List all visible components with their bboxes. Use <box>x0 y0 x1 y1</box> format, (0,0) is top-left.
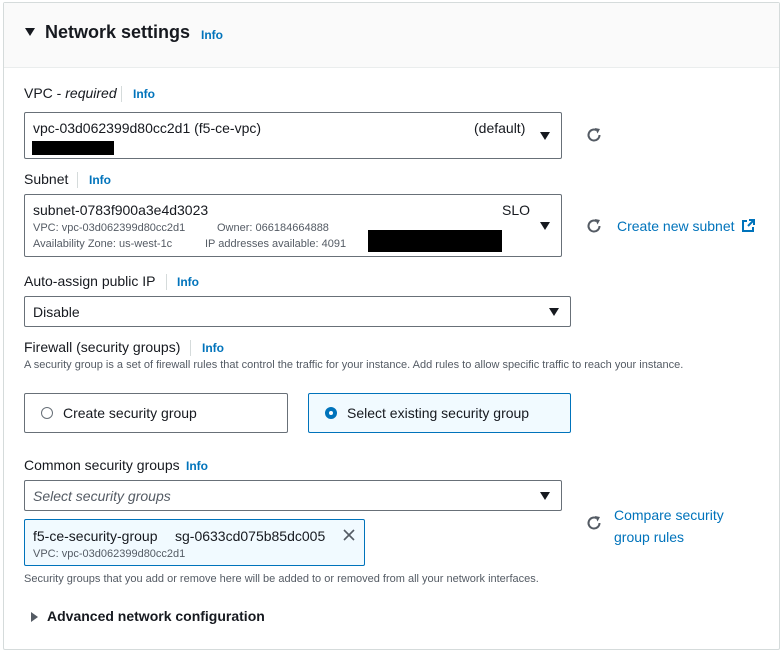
select-existing-security-group-option[interactable]: Select existing security group <box>308 393 571 433</box>
public-ip-select[interactable]: Disable <box>24 296 571 327</box>
select-existing-security-group-label: Select existing security group <box>347 405 530 421</box>
firewall-description: A security group is a set of firewall ru… <box>24 359 684 371</box>
common-sg-info-link[interactable]: Info <box>186 459 208 473</box>
vpc-label: VPC - required <box>24 85 117 101</box>
subnet-label: Subnet <box>24 171 69 187</box>
vpc-default-tag: (default) <box>474 120 526 136</box>
public-ip-value: Disable <box>33 304 80 320</box>
vpc-info-link[interactable]: Info <box>133 87 155 101</box>
subnet-owner: Owner: 066184664888 <box>217 222 329 234</box>
separator <box>190 340 191 356</box>
separator <box>77 172 78 188</box>
vpc-value: vpc-03d062399d80cc2d1 (f5-ce-vpc) <box>33 120 262 136</box>
redacted-block <box>368 230 502 252</box>
create-security-group-label: Create security group <box>63 405 197 421</box>
public-ip-label: Auto-assign public IP <box>24 273 156 289</box>
token-name: f5-ce-security-group <box>33 528 158 544</box>
external-link-icon <box>742 219 756 232</box>
security-group-token: f5-ce-security-group sg-0633cd075b85dc00… <box>24 519 365 566</box>
separator <box>121 86 122 102</box>
separator <box>166 274 167 290</box>
subnet-az: Availability Zone: us-west-1c <box>33 238 173 250</box>
firewall-label: Firewall (security groups) <box>24 339 181 355</box>
vpc-select[interactable]: vpc-03d062399d80cc2d1 (f5-ce-vpc) (defau… <box>24 112 562 159</box>
compare-link-line: group rules <box>614 529 685 545</box>
subnet-select[interactable]: subnet-0783f900a3e4d3023 SLO VPC: vpc-03… <box>24 194 562 257</box>
radio-button[interactable] <box>41 407 53 419</box>
create-subnet-link[interactable]: Create new subnet <box>617 218 756 234</box>
common-sg-label: Common security groups <box>24 457 180 473</box>
compare-security-group-rules-link[interactable]: Compare security group rules <box>614 504 724 548</box>
security-groups-select[interactable]: Select security groups <box>24 480 562 511</box>
compare-link-line: Compare security <box>614 507 724 523</box>
security-groups-help: Security groups that you add or remove h… <box>24 573 539 585</box>
subnet-tag: SLO <box>502 202 531 218</box>
subnet-value: subnet-0783f900a3e4d3023 <box>33 202 209 218</box>
caret-down-icon[interactable] <box>25 28 35 36</box>
radio-button-selected[interactable] <box>325 407 337 419</box>
chevron-down-icon <box>540 492 550 500</box>
caret-right-icon[interactable] <box>31 612 38 622</box>
public-ip-info-link[interactable]: Info <box>177 275 199 289</box>
redacted-block <box>32 141 114 155</box>
refresh-icon[interactable] <box>585 217 603 235</box>
security-groups-placeholder: Select security groups <box>33 488 171 504</box>
section-title[interactable]: Network settings <box>45 22 190 43</box>
chevron-down-icon <box>540 222 550 230</box>
chevron-down-icon <box>540 132 550 140</box>
close-icon[interactable] <box>343 529 355 541</box>
firewall-info-link[interactable]: Info <box>202 341 224 355</box>
subnet-ip-count: IP addresses available: 4091 <box>205 238 347 250</box>
subnet-vpc: VPC: vpc-03d062399d80cc2d1 <box>33 222 186 234</box>
subnet-info-link[interactable]: Info <box>89 173 111 187</box>
token-vpc: VPC: vpc-03d062399d80cc2d1 <box>33 548 186 560</box>
section-info-link[interactable]: Info <box>201 28 223 42</box>
create-security-group-option[interactable]: Create security group <box>24 393 288 433</box>
refresh-icon[interactable] <box>585 126 603 144</box>
refresh-icon[interactable] <box>585 514 603 532</box>
chevron-down-icon <box>549 308 559 316</box>
advanced-network-configuration-toggle[interactable]: Advanced network configuration <box>47 608 265 624</box>
token-id: sg-0633cd075b85dc005 <box>175 528 326 544</box>
